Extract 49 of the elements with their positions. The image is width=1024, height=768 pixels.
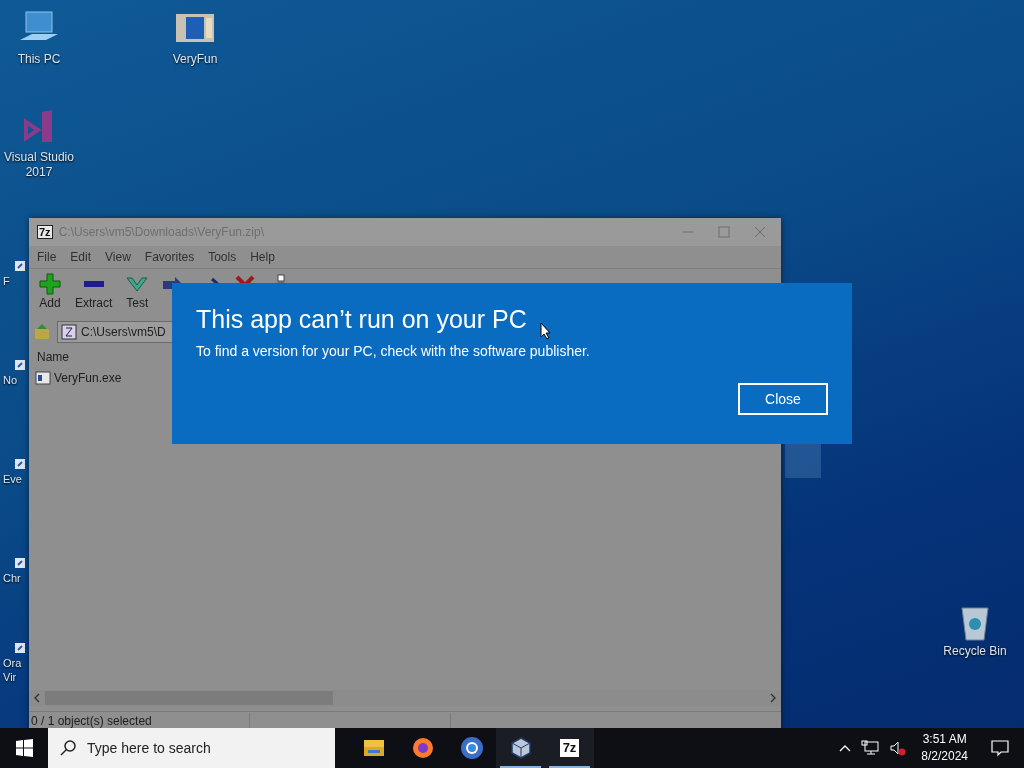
clock-time[interactable]: 3:51 AM bbox=[922, 731, 967, 748]
icon-label[interactable]: Visual Studio 2017 bbox=[1, 150, 77, 180]
menu-item[interactable]: Favorites bbox=[144, 250, 195, 264]
mouse-cursor-icon bbox=[540, 322, 552, 340]
shortcut-icon[interactable] bbox=[15, 261, 25, 271]
file-row[interactable]: VeryFun.exe bbox=[35, 369, 124, 387]
icon-label[interactable]: VeryFun bbox=[172, 52, 218, 67]
dialog-message: To find a version for your PC, check with the software publisher. bbox=[196, 343, 590, 359]
taskbar-button[interactable]: 7z bbox=[545, 728, 594, 768]
shortcut-icon[interactable] bbox=[15, 643, 25, 653]
browser-icon[interactable] bbox=[459, 736, 484, 760]
toolbar-button[interactable]: Test bbox=[126, 296, 149, 310]
menu-item[interactable]: View bbox=[105, 250, 131, 264]
icon-label[interactable]: Chr bbox=[3, 571, 21, 585]
status-text: 0 / 1 object(s) selected bbox=[30, 714, 153, 728]
archive-icon bbox=[61, 324, 77, 340]
notifications-icon[interactable] bbox=[990, 739, 1010, 757]
icon-label[interactable]: This PC bbox=[17, 52, 61, 67]
column-header[interactable]: Name bbox=[37, 350, 69, 364]
shortcut-icon[interactable] bbox=[15, 558, 25, 568]
close-button[interactable]: Close bbox=[738, 383, 828, 415]
icon-label[interactable]: Vir bbox=[3, 670, 17, 684]
cube-icon[interactable] bbox=[508, 736, 533, 760]
toolbar-button[interactable]: Extract bbox=[75, 296, 113, 310]
menu-item[interactable]: Tools bbox=[208, 250, 237, 264]
icon-label[interactable]: Ora bbox=[3, 656, 22, 670]
search-field[interactable]: Type here to search bbox=[48, 728, 335, 768]
clock-date[interactable]: 8/2/2024 bbox=[921, 748, 968, 765]
app-logo: 7z bbox=[37, 225, 53, 239]
file-icon bbox=[35, 371, 51, 385]
muted-speaker-icon[interactable] bbox=[889, 740, 908, 756]
menu-item[interactable]: File bbox=[37, 250, 57, 264]
icon-label[interactable]: Eve bbox=[3, 472, 22, 486]
shortcut-icon[interactable] bbox=[15, 360, 25, 370]
taskbar-button[interactable] bbox=[496, 728, 545, 768]
network-icon[interactable] bbox=[861, 740, 880, 756]
shortcut-icon[interactable] bbox=[15, 459, 25, 469]
menu-item[interactable]: Help bbox=[250, 250, 275, 264]
toolbar-button[interactable]: Add bbox=[39, 296, 61, 310]
search-icon bbox=[58, 738, 78, 758]
window-edge bbox=[785, 444, 821, 478]
app-logo[interactable]: 7z bbox=[559, 739, 580, 757]
browser-icon[interactable] bbox=[410, 736, 435, 760]
icon-label[interactable]: No bbox=[3, 373, 18, 387]
icon-label[interactable]: Recycle Bin bbox=[943, 644, 1007, 659]
chevron-up-icon[interactable] bbox=[839, 744, 852, 752]
dialog-title: This app can’t run on your PC bbox=[196, 304, 527, 335]
icon-label[interactable]: F bbox=[3, 274, 10, 288]
menu-item[interactable]: Edit bbox=[70, 250, 92, 264]
